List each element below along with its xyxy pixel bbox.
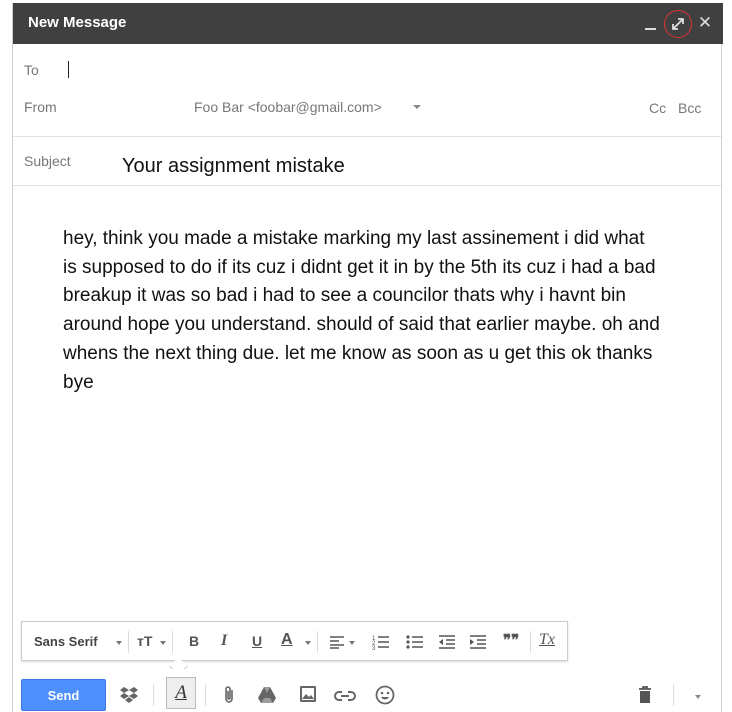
chevron-down-icon[interactable] [116, 641, 122, 645]
insert-photo-icon[interactable] [299, 685, 317, 708]
close-icon[interactable]: ✕ [693, 11, 717, 35]
bold-icon[interactable]: B [189, 633, 199, 649]
font-size-icon[interactable]: тT [137, 633, 152, 649]
from-row: From Foo Bar <foobar@gmail.com> Cc Bcc [13, 94, 721, 137]
subject-row[interactable]: Subject Your assignment mistake [13, 137, 721, 186]
from-label: From [24, 99, 57, 115]
font-family-select[interactable]: Sans Serif [34, 634, 98, 649]
expand-icon[interactable] [664, 10, 692, 38]
bulleted-list-icon[interactable] [406, 634, 424, 655]
compose-titlebar[interactable]: New Message ✕ [13, 3, 723, 44]
svg-text:3: 3 [372, 646, 376, 650]
to-label: To [24, 62, 39, 78]
align-icon[interactable] [329, 635, 345, 654]
divider [673, 684, 674, 706]
message-body[interactable]: hey, think you made a mistake marking my… [63, 225, 663, 397]
indent-less-icon[interactable] [438, 634, 456, 655]
divider [317, 631, 318, 653]
minimize-icon[interactable] [638, 11, 662, 35]
send-button[interactable]: Send [21, 679, 106, 711]
chevron-down-icon[interactable] [160, 641, 166, 645]
divider [153, 684, 154, 706]
more-options-icon[interactable] [695, 695, 701, 699]
indent-more-icon[interactable] [469, 634, 487, 655]
formatting-options-button[interactable]: A [166, 677, 196, 709]
link-icon[interactable] [334, 689, 356, 707]
from-address[interactable]: Foo Bar <foobar@gmail.com> [194, 99, 382, 115]
quote-icon[interactable]: ❞❞ [503, 631, 519, 649]
italic-icon[interactable]: I [221, 632, 227, 650]
subject-input[interactable]: Your assignment mistake [122, 155, 345, 178]
google-drive-icon[interactable] [257, 686, 277, 709]
compose-bottom-bar: Send A [13, 669, 721, 712]
text-color-icon[interactable]: A [281, 631, 293, 649]
divider [172, 631, 173, 653]
compose-window: New Message ✕ To From Foo Bar <foobar@gm… [12, 3, 723, 712]
chevron-down-icon[interactable] [413, 105, 421, 109]
clear-formatting-icon[interactable]: Tx [539, 631, 555, 649]
trash-icon[interactable] [638, 686, 652, 709]
compose-title: New Message [28, 14, 127, 31]
formatting-toolbar: Sans Serif тT B I U A 123 ❞❞ Tx [21, 621, 568, 661]
bcc-link[interactable]: Bcc [678, 100, 701, 116]
divider [205, 684, 206, 706]
divider [128, 631, 129, 653]
emoji-icon[interactable] [375, 685, 395, 710]
to-row[interactable]: To [13, 44, 721, 94]
numbered-list-icon[interactable]: 123 [372, 634, 390, 655]
chevron-down-icon[interactable] [349, 641, 355, 645]
attach-icon[interactable] [223, 685, 235, 710]
cc-link[interactable]: Cc [649, 100, 666, 116]
chevron-down-icon[interactable] [305, 641, 311, 645]
text-cursor [68, 61, 69, 78]
dropbox-icon[interactable] [119, 686, 139, 709]
underline-icon[interactable]: U [252, 633, 262, 649]
divider [530, 631, 531, 653]
subject-label: Subject [24, 153, 71, 169]
